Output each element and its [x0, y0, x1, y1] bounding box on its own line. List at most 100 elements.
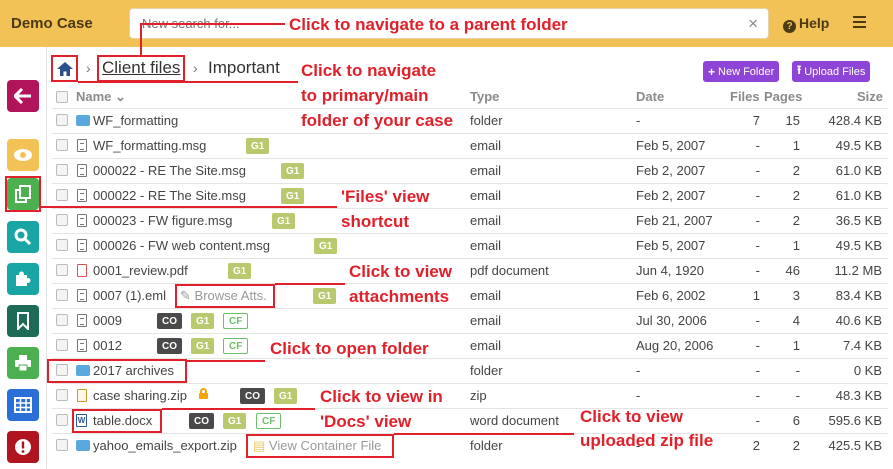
- select-all-checkbox[interactable]: [56, 91, 68, 103]
- tag-badge-co[interactable]: CO: [157, 313, 182, 329]
- table-row[interactable]: 0012 CO G1 CF email Aug 20, 2006 - 1 7.4…: [0, 333, 893, 358]
- page-count: 1: [792, 238, 800, 253]
- file-size: 49.5 KB: [835, 238, 882, 253]
- table-row[interactable]: 000022 - RE The Site.msg G1 email Feb 2,…: [0, 183, 893, 208]
- file-name[interactable]: 0007 (1).eml: [93, 288, 166, 303]
- tag-badge-g1[interactable]: G1: [191, 338, 215, 354]
- highlight-table-docx: [72, 409, 162, 433]
- annotation-zip-1: Click to view: [580, 407, 683, 426]
- row-checkbox[interactable]: [56, 414, 68, 426]
- callout-line: [187, 360, 265, 362]
- breadcrumb-current: Important: [208, 58, 280, 77]
- file-name[interactable]: 0009: [93, 313, 122, 328]
- callout-line: [140, 23, 285, 25]
- highlight-parent-folder: [97, 55, 185, 82]
- row-checkbox[interactable]: [56, 164, 68, 176]
- file-name[interactable]: 000022 - RE The Site.msg: [93, 188, 246, 203]
- upload-files-label: Upload Files: [804, 65, 866, 78]
- row-checkbox[interactable]: [56, 439, 68, 451]
- tag-badge-g1[interactable]: G1: [281, 188, 305, 204]
- zip-icon: [77, 389, 87, 402]
- help-button[interactable]: ? Help: [783, 15, 829, 33]
- file-size: 428.4 KB: [828, 113, 883, 128]
- column-header-type[interactable]: Type: [470, 89, 499, 104]
- file-count: -: [755, 313, 760, 328]
- column-header-files[interactable]: Files: [730, 89, 760, 104]
- tag-badge-co[interactable]: CO: [189, 413, 214, 429]
- pdf-icon: [77, 264, 87, 277]
- tag-badge-g1[interactable]: G1: [191, 313, 215, 329]
- row-checkbox[interactable]: [56, 314, 68, 326]
- callout-line: [394, 433, 574, 435]
- file-size: 61.0 KB: [835, 188, 882, 203]
- file-name[interactable]: 000026 - FW web content.msg: [93, 238, 270, 253]
- row-checkbox[interactable]: [56, 389, 68, 401]
- tag-badge-co[interactable]: CO: [157, 338, 182, 354]
- file-size: 40.6 KB: [835, 313, 882, 328]
- hamburger-menu-icon[interactable]: [853, 16, 866, 28]
- tag-badge-g1[interactable]: G1: [313, 288, 337, 304]
- file-date: Aug 20, 2006: [636, 338, 714, 353]
- callout-line: [78, 81, 298, 83]
- upload-files-button[interactable]: ⭱ Upload Files: [792, 61, 871, 82]
- column-header-name[interactable]: Name ⌄: [76, 89, 126, 105]
- row-checkbox[interactable]: [56, 339, 68, 351]
- file-name[interactable]: 000023 - FW figure.msg: [93, 213, 232, 228]
- file-name[interactable]: yahoo_emails_export.zip: [93, 438, 237, 453]
- file-count: -: [755, 338, 760, 353]
- row-checkbox[interactable]: [56, 289, 68, 301]
- document-icon: [77, 214, 87, 227]
- table-row[interactable]: 0009 CO G1 CF email Jul 30, 2006 - 4 40.…: [0, 308, 893, 333]
- file-count: -: [755, 363, 760, 378]
- page-count: 6: [792, 413, 800, 428]
- page-count: 1: [792, 138, 800, 153]
- annotation-docs-view-2: 'Docs' view: [320, 412, 412, 431]
- callout-line: [275, 283, 345, 285]
- table-row[interactable]: WF_formatting.msg G1 email Feb 5, 2007 -…: [0, 133, 893, 158]
- tag-badge-g1[interactable]: G1: [228, 263, 252, 279]
- row-checkbox[interactable]: [56, 114, 68, 126]
- tag-badge-g1[interactable]: G1: [272, 213, 296, 229]
- case-title[interactable]: Demo Case: [11, 15, 93, 32]
- row-checkbox[interactable]: [56, 264, 68, 276]
- tag-badge-cf[interactable]: CF: [256, 413, 282, 429]
- page-count: 2: [792, 213, 800, 228]
- table-row[interactable]: 000022 - RE The Site.msg G1 email Feb 2,…: [0, 158, 893, 183]
- column-header-date[interactable]: Date: [636, 89, 664, 104]
- file-name[interactable]: 0012: [93, 338, 122, 353]
- tag-badge-g1[interactable]: G1: [274, 388, 298, 404]
- tag-badge-g1[interactable]: G1: [281, 163, 305, 179]
- row-checkbox[interactable]: [56, 139, 68, 151]
- column-header-size[interactable]: Size: [857, 89, 883, 104]
- table-row[interactable]: case sharing.zip CO G1 zip - - - 48.3 KB: [0, 383, 893, 408]
- new-folder-button[interactable]: + New Folder: [703, 61, 780, 82]
- tag-badge-co[interactable]: CO: [240, 388, 265, 404]
- file-name[interactable]: 000022 - RE The Site.msg: [93, 163, 246, 178]
- tag-badge-cf[interactable]: CF: [223, 338, 249, 354]
- annotation-docs-view-1: Click to view in: [320, 387, 443, 406]
- tag-badge-g1[interactable]: G1: [223, 413, 247, 429]
- tag-badge-g1[interactable]: G1: [246, 138, 270, 154]
- clear-search-icon[interactable]: ×: [748, 14, 758, 34]
- row-checkbox[interactable]: [56, 214, 68, 226]
- annotation-parent-folder: Click to navigate to a parent folder: [289, 15, 568, 34]
- column-header-pages[interactable]: Pages: [764, 89, 802, 104]
- tag-badge-g1[interactable]: G1: [314, 238, 338, 254]
- file-name[interactable]: 0001_review.pdf: [93, 263, 188, 278]
- table-row[interactable]: 000026 - FW web content.msg G1 email Feb…: [0, 233, 893, 258]
- file-count: -: [755, 413, 760, 428]
- tag-badge-cf[interactable]: CF: [223, 313, 249, 329]
- row-checkbox[interactable]: [56, 239, 68, 251]
- table-row[interactable]: yahoo_emails_export.zip ▤ View Container…: [0, 433, 893, 458]
- file-name[interactable]: WF_formatting: [93, 113, 178, 128]
- row-checkbox[interactable]: [56, 189, 68, 201]
- document-icon: [77, 314, 87, 327]
- table-row[interactable]: 000023 - FW figure.msg G1 email Feb 21, …: [0, 208, 893, 233]
- highlight-files-view: [5, 176, 41, 212]
- breadcrumb-separator: ›: [193, 60, 198, 76]
- file-name[interactable]: case sharing.zip: [93, 388, 187, 403]
- document-icon: [77, 289, 87, 302]
- folder-icon: [76, 440, 90, 451]
- file-name[interactable]: WF_formatting.msg: [93, 138, 206, 153]
- page-count: 15: [785, 113, 800, 128]
